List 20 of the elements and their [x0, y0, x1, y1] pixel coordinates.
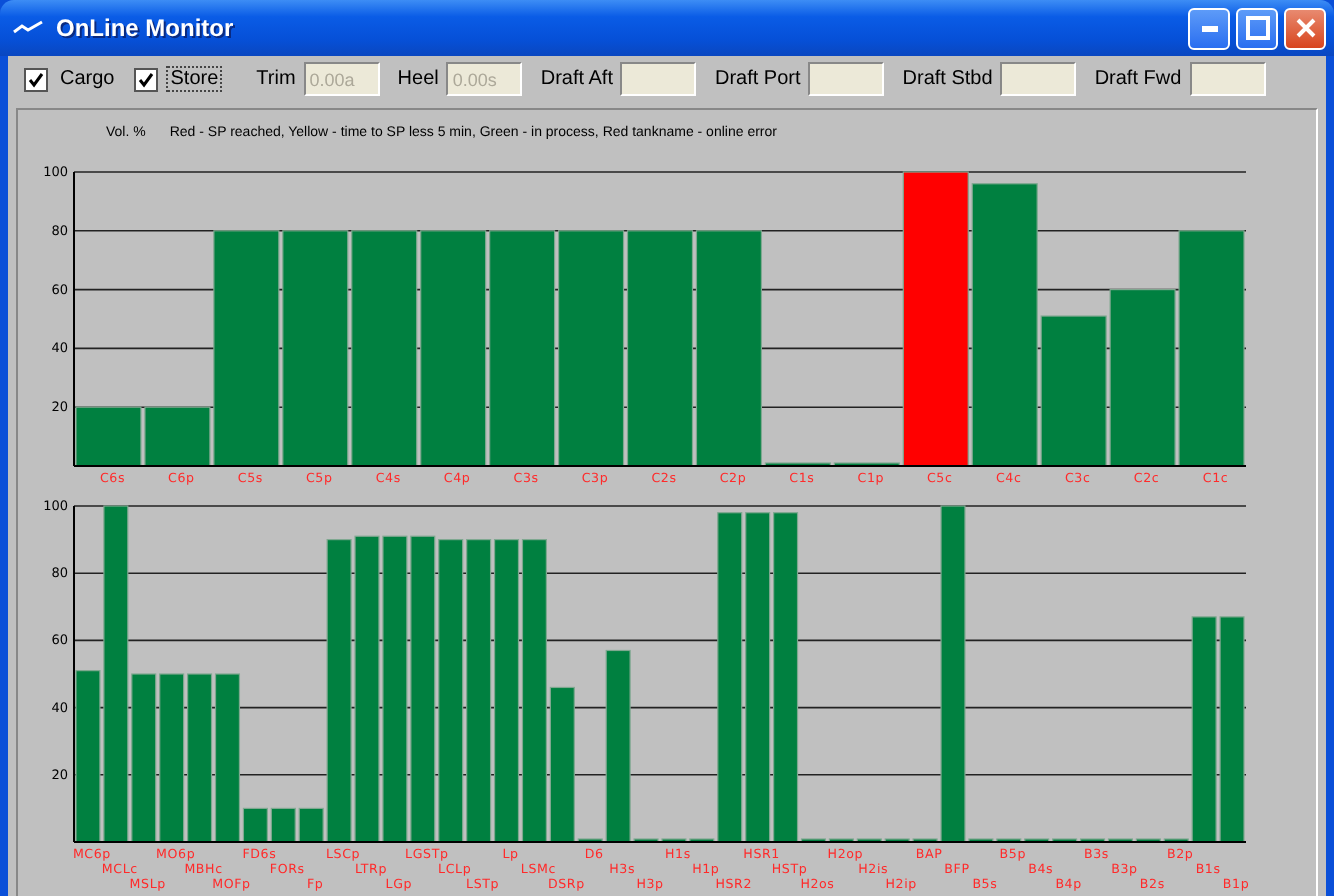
close-icon [1293, 16, 1317, 40]
checkbox[interactable] [24, 67, 48, 91]
field-label: Heel [397, 68, 439, 90]
maximize-icon [1245, 16, 1269, 40]
bar [75, 406, 142, 467]
maximize-button[interactable] [1236, 7, 1278, 49]
minimize-icon [1201, 25, 1217, 31]
app-icon [12, 20, 44, 36]
field-label: Draft Stbd [902, 68, 993, 90]
field-label: Draft Fwd [1094, 68, 1182, 90]
checkbox[interactable] [134, 67, 159, 91]
field-label: Trim [256, 68, 296, 90]
field-label: Draft Aft [540, 68, 613, 90]
close-button[interactable] [1284, 7, 1326, 49]
bar [270, 807, 296, 843]
checkbox-label: Store [166, 66, 223, 92]
minimize-button[interactable] [1188, 7, 1230, 49]
window-title: OnLine Monitor [56, 14, 236, 42]
checkbox-label: Cargo [58, 66, 117, 92]
field-label: Draft Port [714, 68, 801, 90]
